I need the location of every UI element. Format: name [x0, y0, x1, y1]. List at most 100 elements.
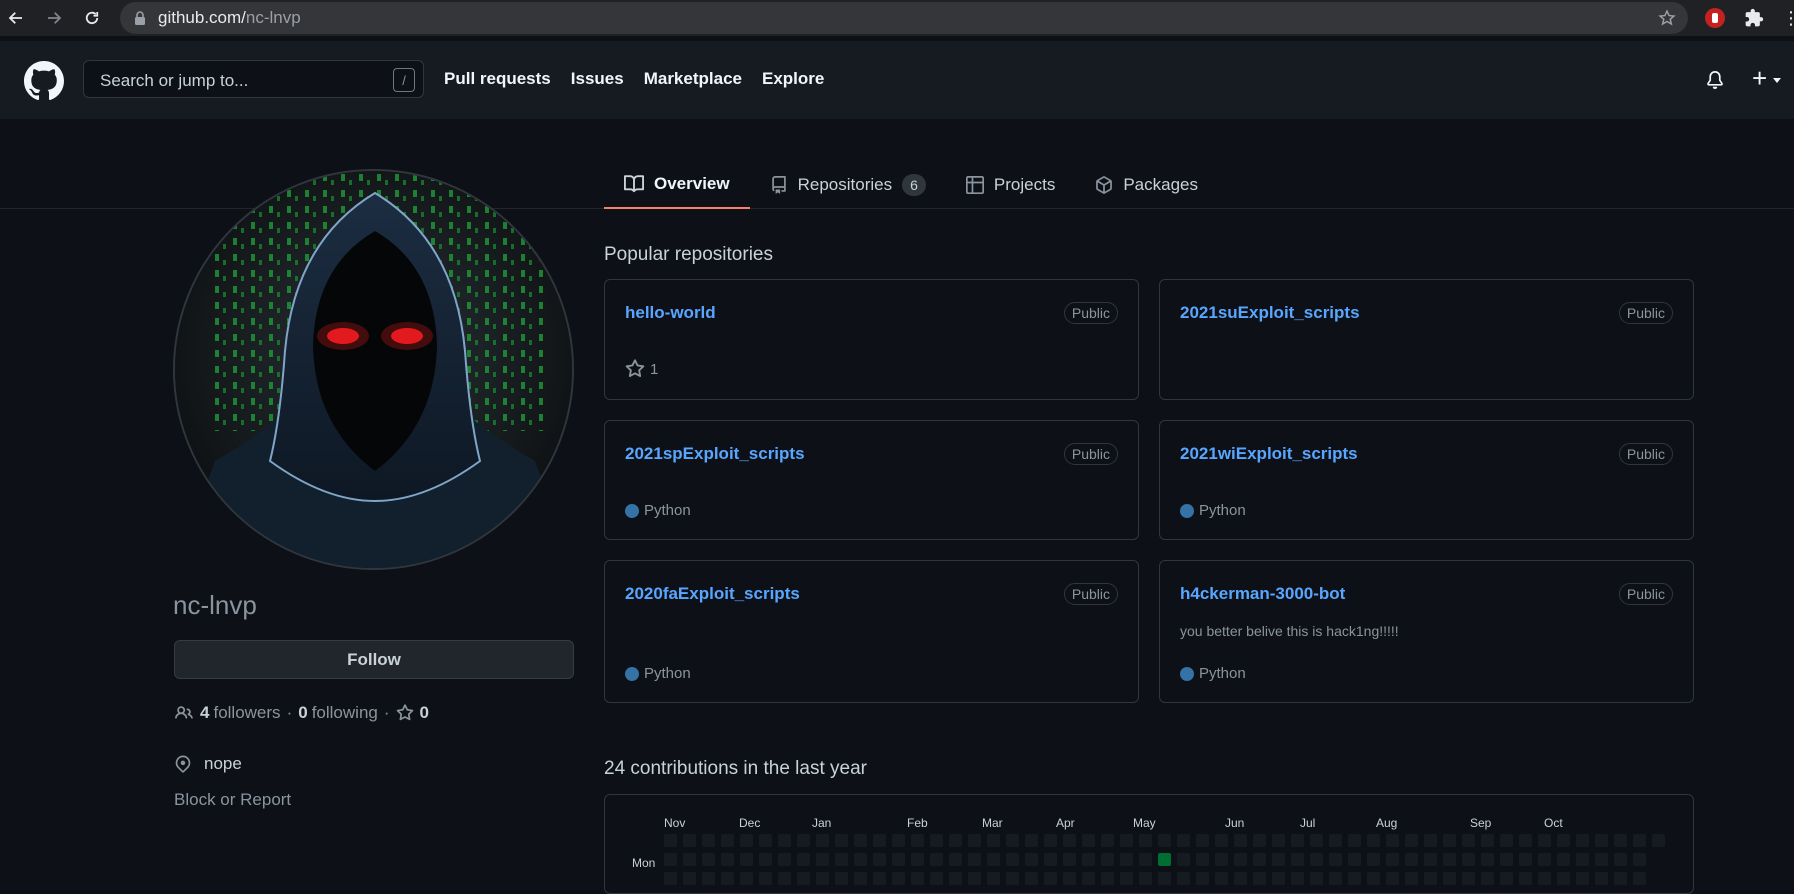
repo-name-link[interactable]: hello-world: [625, 303, 716, 323]
following-label[interactable]: following: [312, 703, 378, 723]
contribution-day-cell[interactable]: [1006, 872, 1019, 885]
github-logo-icon[interactable]: [24, 61, 64, 101]
nav-issues[interactable]: Issues: [571, 69, 624, 89]
contribution-day-cell[interactable]: [1481, 853, 1494, 866]
notifications-bell-icon[interactable]: [1706, 70, 1724, 90]
contribution-day-cell[interactable]: [759, 853, 772, 866]
contribution-day-cell[interactable]: [835, 853, 848, 866]
nav-explore[interactable]: Explore: [762, 69, 824, 89]
contribution-day-cell[interactable]: [1557, 853, 1570, 866]
avatar[interactable]: [173, 169, 574, 570]
repo-name-link[interactable]: 2021spExploit_scripts: [625, 444, 805, 464]
contribution-day-cell[interactable]: [1234, 834, 1247, 847]
contribution-day-cell[interactable]: [664, 834, 677, 847]
contribution-day-cell[interactable]: [759, 872, 772, 885]
repo-name-link[interactable]: 2021wiExploit_scripts: [1180, 444, 1358, 464]
forward-arrow-icon[interactable]: [42, 6, 66, 30]
contribution-day-cell[interactable]: [1348, 853, 1361, 866]
contribution-day-cell[interactable]: [1424, 853, 1437, 866]
contribution-day-cell[interactable]: [1348, 872, 1361, 885]
contribution-day-cell[interactable]: [816, 853, 829, 866]
contribution-day-cell[interactable]: [892, 853, 905, 866]
contribution-day-cell[interactable]: [1310, 872, 1323, 885]
contribution-day-cell[interactable]: [1120, 853, 1133, 866]
contribution-day-cell[interactable]: [1291, 853, 1304, 866]
contribution-day-cell[interactable]: [1405, 853, 1418, 866]
contribution-day-cell[interactable]: [1291, 834, 1304, 847]
contribution-day-cell[interactable]: [702, 853, 715, 866]
contribution-day-cell[interactable]: [835, 872, 848, 885]
contribution-day-cell[interactable]: [930, 853, 943, 866]
contribution-day-cell[interactable]: [1101, 872, 1114, 885]
contribution-day-cell[interactable]: [1253, 853, 1266, 866]
contribution-day-cell[interactable]: [1234, 872, 1247, 885]
contribution-day-cell[interactable]: [1519, 834, 1532, 847]
tab-repositories[interactable]: Repositories 6: [750, 160, 946, 209]
contribution-day-cell[interactable]: [797, 853, 810, 866]
contribution-day-cell[interactable]: [873, 834, 886, 847]
contribution-day-cell[interactable]: [1633, 872, 1646, 885]
contribution-day-cell[interactable]: [1614, 834, 1627, 847]
contribution-day-cell[interactable]: [968, 853, 981, 866]
contribution-day-cell[interactable]: [797, 872, 810, 885]
contribution-day-cell[interactable]: [1177, 872, 1190, 885]
nav-marketplace[interactable]: Marketplace: [644, 69, 742, 89]
search-input[interactable]: Search or jump to... /: [83, 60, 424, 98]
contribution-day-cell[interactable]: [1196, 834, 1209, 847]
contribution-day-cell[interactable]: [1158, 834, 1171, 847]
contribution-day-cell[interactable]: [1481, 834, 1494, 847]
extensions-puzzle-icon[interactable]: [1742, 6, 1766, 30]
contribution-day-cell[interactable]: [1519, 853, 1532, 866]
repo-name-link[interactable]: 2020faExploit_scripts: [625, 584, 800, 604]
contribution-day-cell[interactable]: [1576, 853, 1589, 866]
contribution-day-cell[interactable]: [1082, 853, 1095, 866]
contribution-day-cell[interactable]: [1196, 872, 1209, 885]
contribution-day-cell[interactable]: [1424, 834, 1437, 847]
contribution-day-cell[interactable]: [1614, 872, 1627, 885]
contribution-day-cell[interactable]: [987, 834, 1000, 847]
contribution-day-cell[interactable]: [1424, 872, 1437, 885]
followers-label[interactable]: followers: [213, 703, 280, 723]
contribution-day-cell[interactable]: [1367, 872, 1380, 885]
contribution-day-cell[interactable]: [1557, 834, 1570, 847]
contribution-day-cell[interactable]: [968, 834, 981, 847]
contribution-day-cell[interactable]: [1500, 853, 1513, 866]
contribution-day-cell[interactable]: [816, 872, 829, 885]
contribution-day-cell[interactable]: [1538, 853, 1551, 866]
contribution-day-cell[interactable]: [949, 834, 962, 847]
contribution-day-cell[interactable]: [1367, 834, 1380, 847]
tab-packages[interactable]: Packages: [1075, 160, 1218, 209]
contribution-day-cell[interactable]: [702, 872, 715, 885]
contribution-day-cell[interactable]: [1158, 853, 1171, 866]
contribution-day-cell[interactable]: [1120, 872, 1133, 885]
contribution-day-cell[interactable]: [721, 853, 734, 866]
contribution-day-cell[interactable]: [1310, 834, 1323, 847]
contribution-day-cell[interactable]: [740, 872, 753, 885]
create-new-caret-icon[interactable]: [1773, 78, 1781, 83]
repo-stars[interactable]: 1: [625, 359, 658, 379]
contribution-day-cell[interactable]: [1462, 834, 1475, 847]
contribution-day-cell[interactable]: [987, 853, 1000, 866]
contribution-day-cell[interactable]: [1044, 872, 1057, 885]
contribution-day-cell[interactable]: [1044, 834, 1057, 847]
contribution-day-cell[interactable]: [1139, 872, 1152, 885]
contribution-day-cell[interactable]: [1101, 853, 1114, 866]
contribution-day-cell[interactable]: [1462, 853, 1475, 866]
contribution-day-cell[interactable]: [1576, 872, 1589, 885]
address-bar[interactable]: github.com/nc-lnvp: [120, 2, 1688, 34]
contribution-day-cell[interactable]: [1310, 853, 1323, 866]
contribution-day-cell[interactable]: [1272, 853, 1285, 866]
contribution-day-cell[interactable]: [1139, 853, 1152, 866]
followers-count[interactable]: 4: [200, 703, 209, 723]
contribution-day-cell[interactable]: [854, 853, 867, 866]
contribution-day-cell[interactable]: [1329, 834, 1342, 847]
contribution-day-cell[interactable]: [1405, 834, 1418, 847]
reload-icon[interactable]: [80, 6, 104, 30]
contribution-day-cell[interactable]: [1519, 872, 1532, 885]
contribution-day-cell[interactable]: [968, 872, 981, 885]
contribution-day-cell[interactable]: [1196, 853, 1209, 866]
contribution-day-cell[interactable]: [1253, 834, 1266, 847]
contribution-day-cell[interactable]: [1120, 834, 1133, 847]
tab-projects[interactable]: Projects: [946, 160, 1075, 209]
contribution-day-cell[interactable]: [1557, 872, 1570, 885]
